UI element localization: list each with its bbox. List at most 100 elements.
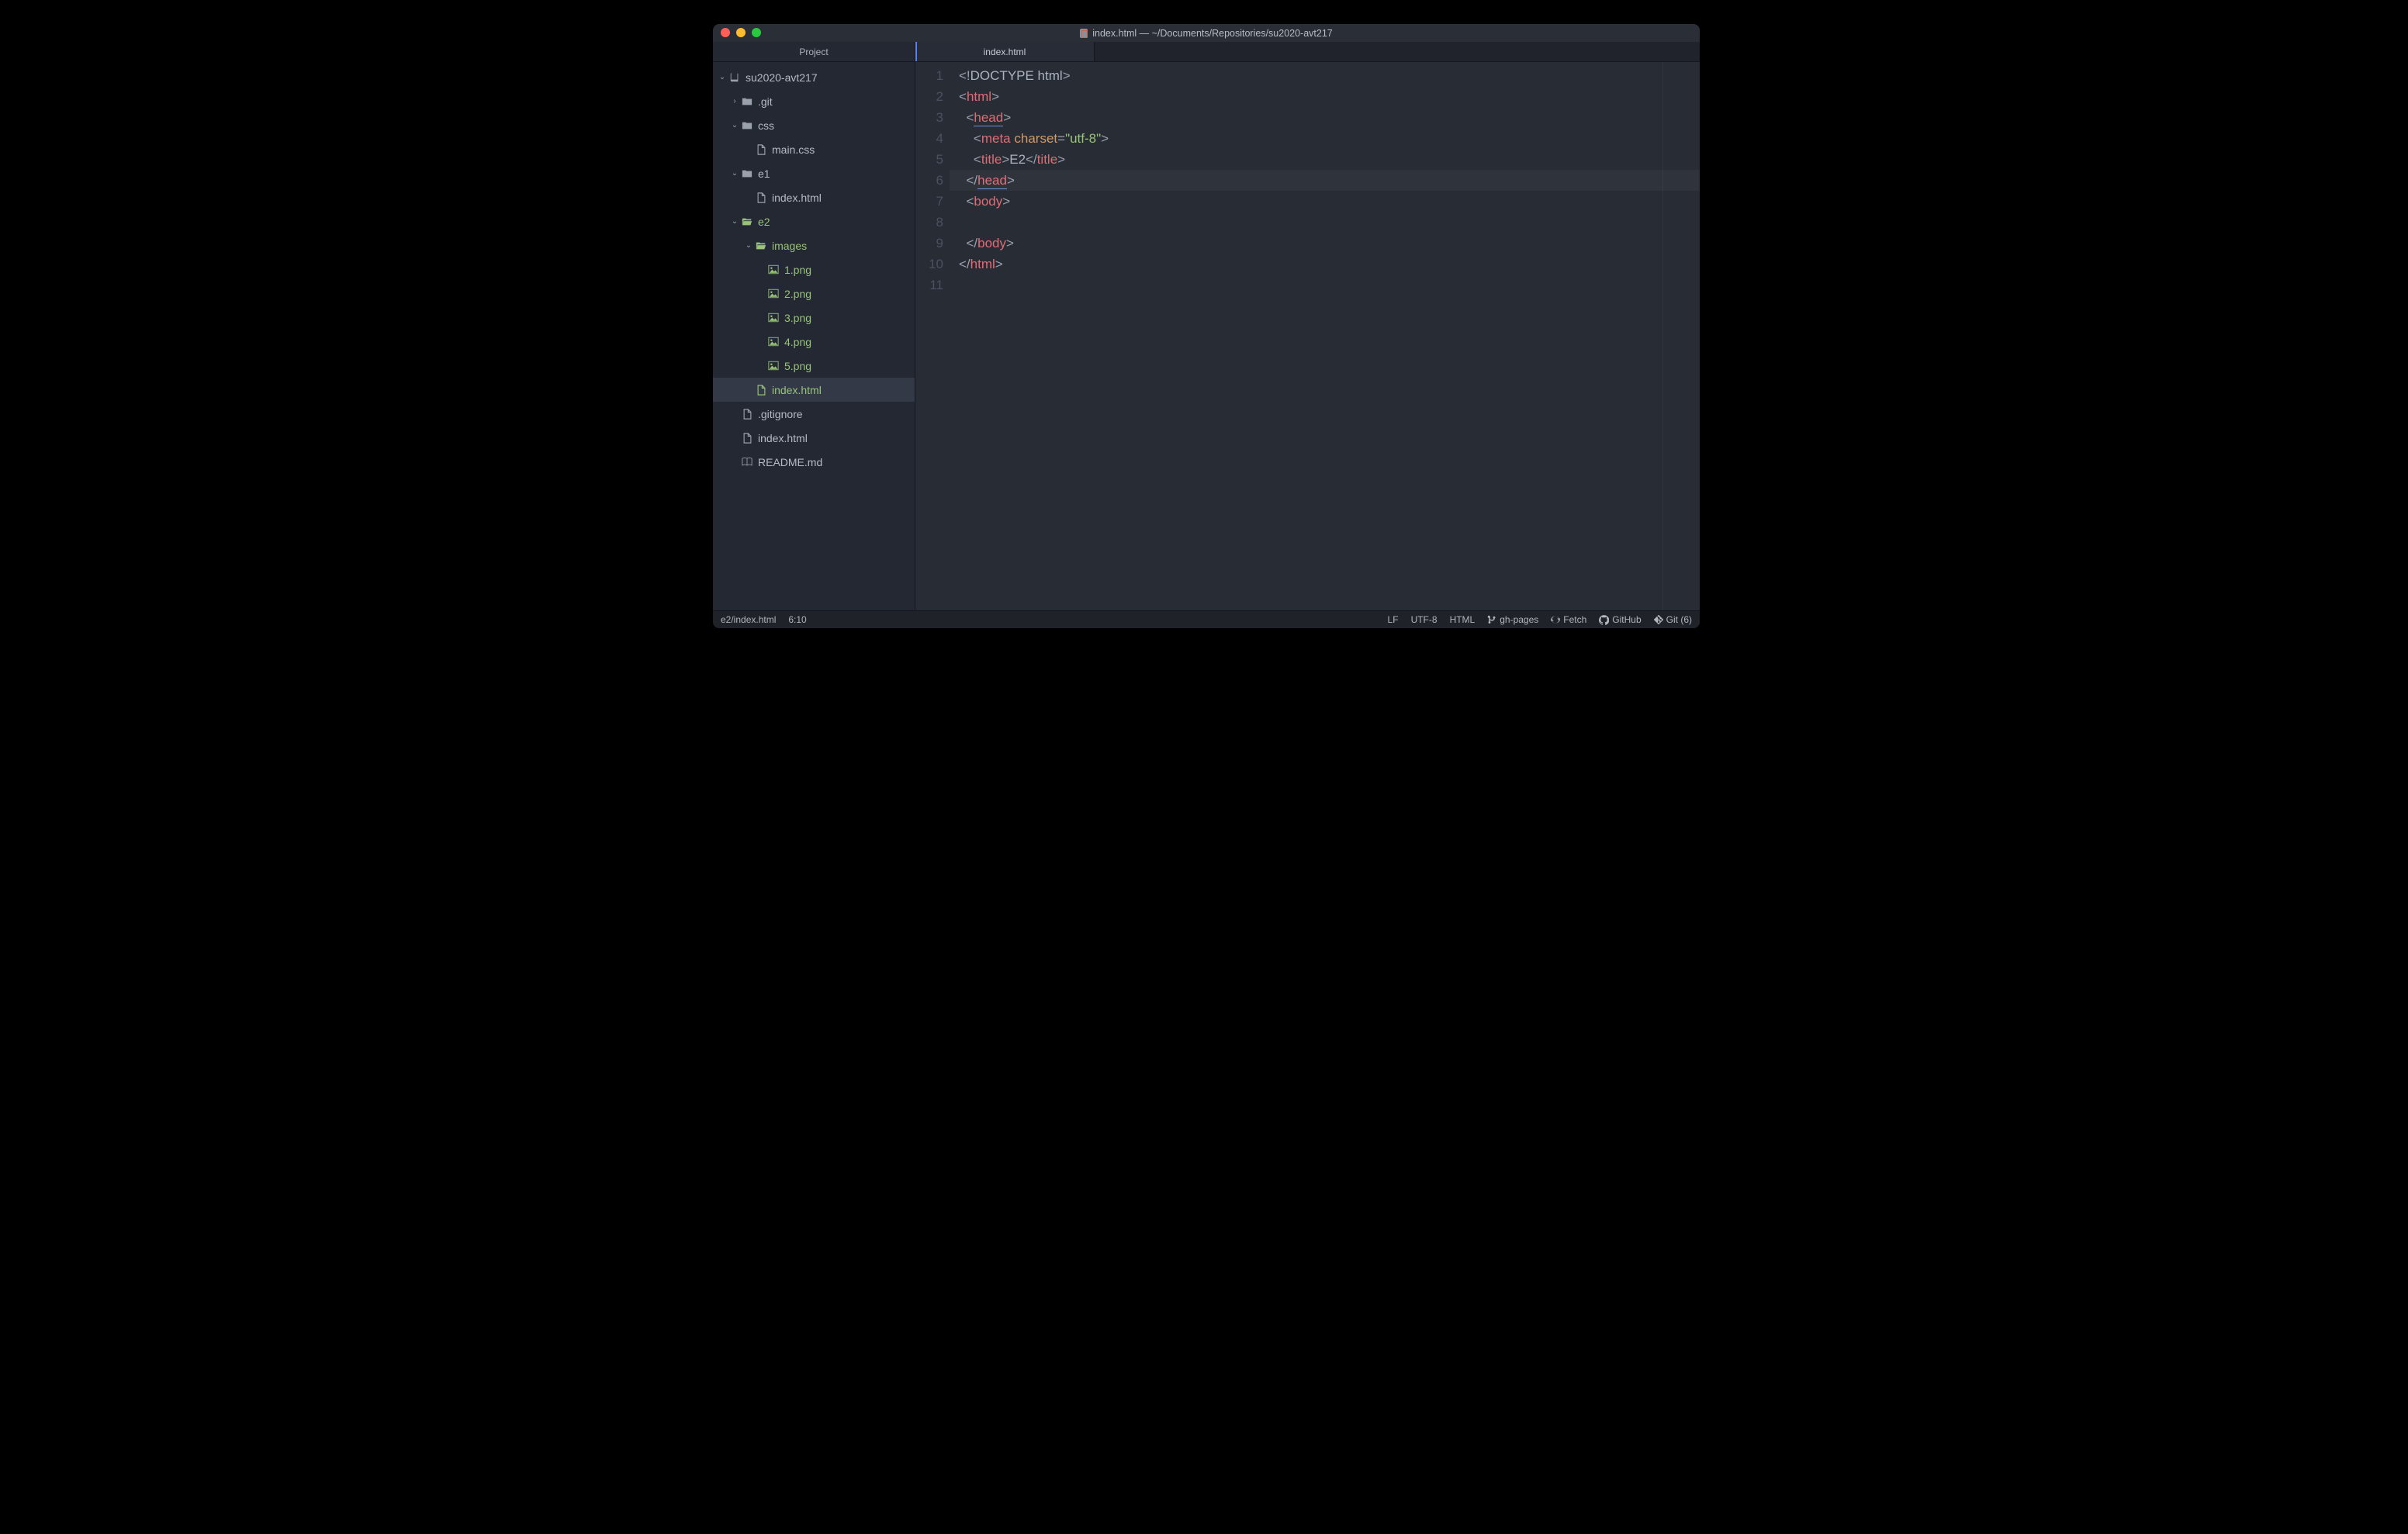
gutter: 1234567891011 — [915, 62, 950, 610]
active-line-highlight — [950, 170, 1700, 191]
code-line[interactable]: </html> — [959, 254, 1700, 275]
code-line[interactable]: <body> — [959, 191, 1700, 212]
tree-root-index[interactable]: index.html — [713, 426, 915, 450]
code-editor[interactable]: 1234567891011 <!DOCTYPE html><html> <hea… — [915, 62, 1700, 610]
file-icon — [755, 144, 767, 155]
status-git[interactable]: Git (6) — [1654, 614, 1692, 625]
tree-label: main.css — [772, 143, 815, 156]
tree-gitignore[interactable]: .gitignore — [713, 402, 915, 426]
code-line[interactable]: <html> — [959, 86, 1700, 107]
tree-3png[interactable]: 3.png — [713, 306, 915, 330]
folder-icon — [741, 120, 753, 131]
image-icon — [767, 288, 780, 299]
editor-tab-index[interactable]: index.html — [915, 42, 1095, 61]
code-line[interactable]: <head> — [959, 107, 1700, 128]
image-icon — [767, 337, 780, 347]
file-tree[interactable]: ⌄ su2020-avt217 › .git ⌄ css main.css ⌄e1 index.… — [713, 62, 915, 610]
editor-tabs[interactable]: index.html — [915, 42, 1700, 62]
sidebar-tab-label: Project — [799, 47, 828, 57]
code-line[interactable]: <meta charset="utf-8"> — [959, 128, 1700, 149]
tree-label: .gitignore — [758, 408, 803, 420]
maximize-icon[interactable] — [752, 28, 761, 37]
tree-label: README.md — [758, 456, 822, 468]
tree-e1[interactable]: ⌄e1 — [713, 161, 915, 185]
tree-1png[interactable]: 1.png — [713, 257, 915, 282]
status-git-label: Git (6) — [1666, 614, 1692, 625]
status-fetch[interactable]: Fetch — [1551, 614, 1586, 625]
status-branch[interactable]: gh-pages — [1487, 614, 1538, 625]
tree-label: 4.png — [784, 336, 811, 348]
tree-label: index.html — [772, 192, 822, 204]
file-icon — [741, 409, 753, 420]
tree-e1-index[interactable]: index.html — [713, 185, 915, 209]
image-icon — [767, 361, 780, 371]
tree-label: su2020-avt217 — [746, 71, 818, 84]
tree-root[interactable]: ⌄ su2020-avt217 — [713, 65, 915, 89]
tree-5png[interactable]: 5.png — [713, 354, 915, 378]
status-eol[interactable]: LF — [1388, 614, 1399, 625]
branch-icon — [1487, 615, 1496, 624]
folder-open-icon — [741, 216, 753, 227]
tree-label: 5.png — [784, 360, 811, 372]
file-icon — [741, 433, 753, 444]
code-line[interactable] — [959, 212, 1700, 233]
tree-label: index.html — [758, 432, 808, 444]
minimize-icon[interactable] — [736, 28, 746, 37]
tree-label: index.html — [772, 384, 822, 396]
status-bar: e2/index.html 6:10 LF UTF-8 HTML gh-page… — [713, 610, 1700, 628]
repo-icon — [728, 72, 741, 83]
code-line[interactable] — [959, 275, 1700, 295]
book-icon — [741, 457, 753, 467]
tree-2png[interactable]: 2.png — [713, 282, 915, 306]
tree-e2-index[interactable]: index.html — [713, 378, 915, 402]
code-line[interactable]: </body> — [959, 233, 1700, 254]
git-icon — [1654, 615, 1663, 624]
chevron-down-icon[interactable]: ⌄ — [730, 217, 739, 226]
tree-4png[interactable]: 4.png — [713, 330, 915, 354]
tree-css[interactable]: ⌄ css — [713, 113, 915, 137]
status-cursor[interactable]: 6:10 — [788, 614, 806, 625]
status-fetch-label: Fetch — [1563, 614, 1586, 625]
status-github[interactable]: GitHub — [1599, 614, 1641, 625]
tree-label: css — [758, 119, 774, 132]
tree-e2[interactable]: ⌄ e2 — [713, 209, 915, 233]
folder-icon — [741, 96, 753, 107]
editor-area: index.html 1234567891011 <!DOCTYPE html>… — [915, 42, 1700, 610]
tree-git[interactable]: › .git — [713, 89, 915, 113]
chevron-down-icon[interactable]: ⌄ — [718, 73, 727, 81]
image-icon — [767, 313, 780, 323]
sync-icon — [1551, 615, 1560, 624]
editor-tab-label: index.html — [984, 47, 1026, 57]
file-icon — [755, 385, 767, 396]
tree-images[interactable]: ⌄images — [713, 233, 915, 257]
tree-label: 2.png — [784, 288, 811, 300]
titlebar[interactable]: index.html — ~/Documents/Repositories/su… — [713, 24, 1700, 42]
folder-open-icon — [755, 240, 767, 251]
tree-readme[interactable]: README.md — [713, 450, 915, 474]
status-encoding[interactable]: UTF-8 — [1411, 614, 1438, 625]
tree-maincss[interactable]: main.css — [713, 137, 915, 161]
code-line[interactable]: <title>E2</title> — [959, 149, 1700, 170]
tree-label: .git — [758, 95, 773, 108]
close-icon[interactable] — [721, 28, 730, 37]
file-icon — [1080, 29, 1088, 38]
status-lang[interactable]: HTML — [1450, 614, 1476, 625]
chevron-right-icon[interactable]: › — [730, 97, 739, 105]
github-icon — [1599, 615, 1609, 625]
chevron-down-icon[interactable]: ⌄ — [730, 121, 739, 130]
status-github-label: GitHub — [1612, 614, 1641, 625]
window-controls — [721, 28, 761, 37]
tree-label: e2 — [758, 216, 770, 228]
fold-gutter — [1662, 62, 1700, 610]
tree-label: 1.png — [784, 264, 811, 276]
code-line[interactable]: <!DOCTYPE html> — [959, 65, 1700, 86]
chevron-down-icon[interactable]: ⌄ — [744, 241, 753, 250]
tree-label: 3.png — [784, 312, 811, 324]
status-path[interactable]: e2/index.html — [721, 614, 776, 625]
image-icon — [767, 264, 780, 275]
file-icon — [755, 192, 767, 203]
chevron-down-icon[interactable]: ⌄ — [730, 169, 739, 178]
folder-icon — [741, 168, 753, 179]
sidebar-tab-project[interactable]: Project — [713, 42, 915, 62]
editor-window: index.html — ~/Documents/Repositories/su… — [713, 24, 1700, 628]
